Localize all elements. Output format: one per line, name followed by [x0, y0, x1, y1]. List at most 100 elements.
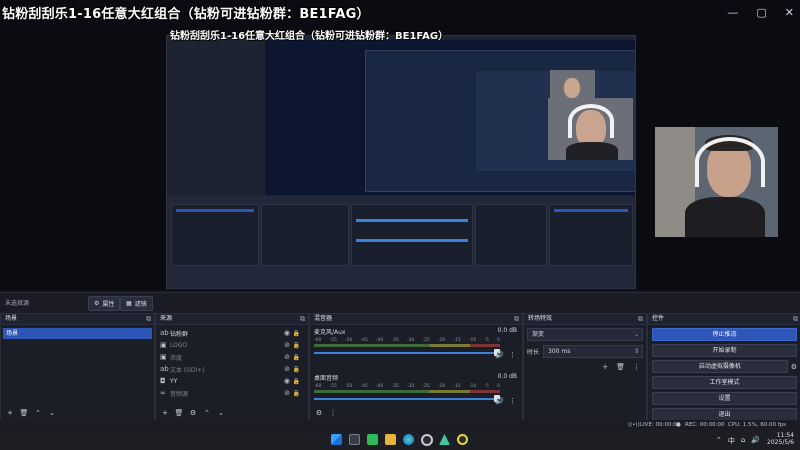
eye-icon[interactable]: ◉ — [284, 329, 290, 337]
filters-button[interactable]: ▦ 滤镜 — [120, 296, 153, 311]
source-item[interactable]: ◘ YY ◉ 🔒 — [156, 375, 308, 387]
status-bar: ((•)) LIVE: 00:00:00 ● REC: 00:00:00 CPU… — [0, 420, 800, 430]
maximize-icon[interactable]: ▢ — [756, 6, 766, 19]
undock-icon[interactable]: ⧉ — [300, 314, 305, 324]
meter-tick-label: -5 — [484, 338, 489, 343]
lock-icon[interactable]: 🔒 — [293, 330, 300, 337]
trash-icon[interactable]: 🗑 — [616, 363, 625, 371]
trash-icon[interactable]: 🗑 — [19, 409, 29, 417]
undock-icon[interactable]: ⧉ — [146, 314, 151, 324]
chevron-up-icon[interactable]: ⌃ — [716, 436, 722, 446]
more-icon[interactable]: ⋮ — [509, 397, 516, 405]
properties-button[interactable]: ⚙ 属性 — [88, 296, 121, 311]
volume-slider[interactable] — [314, 349, 500, 356]
meter-tick-label: -50 — [344, 384, 353, 389]
gear-icon[interactable]: ⚙ — [791, 363, 797, 371]
duration-label: 时长 — [527, 349, 540, 356]
meter-tick-label: 0 — [496, 338, 500, 343]
preview-canvas[interactable]: 钻粉刮刮乐1-16任意大红组合（钻粉可进钻粉群：BE1FAG） 钻粉刮刮乐1-1… — [0, 0, 800, 290]
folder-icon[interactable] — [385, 434, 396, 445]
meter-tick-label: 0 — [496, 384, 500, 389]
app-yellow-icon[interactable] — [457, 434, 468, 445]
add-icon[interactable]: + — [602, 363, 608, 371]
meter-tick-label: -45 — [360, 384, 368, 389]
nested-webcam — [548, 98, 633, 160]
eye-icon[interactable]: ◉ — [284, 377, 290, 385]
lock-icon[interactable]: 🔒 — [293, 342, 300, 349]
duration-input[interactable]: 300 ms ⇕ — [543, 345, 643, 358]
move-up-icon[interactable]: ⌃ — [202, 409, 212, 417]
trash-icon[interactable]: 🗑 — [174, 409, 184, 417]
nested-obs-capture — [166, 35, 636, 289]
lock-icon[interactable]: 🔒 — [293, 378, 300, 385]
start-recording-button[interactable]: 开始录制 — [652, 344, 797, 357]
eye-hidden-icon[interactable]: ⊘ — [284, 341, 290, 349]
more-icon[interactable]: ⋮ — [633, 363, 640, 371]
eye-hidden-icon[interactable]: ⊘ — [284, 389, 290, 397]
undock-icon[interactable]: ⧉ — [514, 314, 519, 324]
minimize-icon[interactable]: — — [727, 6, 738, 19]
ime-indicator[interactable]: 中 — [728, 436, 735, 446]
meter-ticks: -60 -55 -50 -45 -40 -35 -30 -25 -20 -15 -10 -5 0 — [314, 384, 500, 389]
virtual-camera-button[interactable]: 启动虚拟摄像机 — [652, 360, 788, 373]
meter-tick-label: -30 — [406, 338, 415, 343]
task-view-icon[interactable] — [349, 434, 360, 445]
meter-tick-label: -40 — [375, 338, 384, 343]
stepper-icon[interactable]: ⇕ — [634, 346, 639, 357]
clock[interactable]: 11:54 2025/5/6 — [767, 432, 794, 446]
lock-icon[interactable]: 🔒 — [293, 390, 300, 397]
eye-hidden-icon[interactable]: ⊘ — [284, 353, 290, 361]
source-item[interactable]: ab 文本 (GDI+) ⊘ 🔒 — [156, 363, 308, 375]
gear-icon[interactable]: ⚙ — [314, 409, 324, 417]
sources-header: 来源 ⧉ — [156, 314, 308, 325]
studio-mode-button[interactable]: 工作室模式 — [652, 376, 797, 389]
mixer-footer: ⚙ ⋮ — [310, 406, 522, 420]
channel-db: 0.0 dB — [497, 327, 517, 334]
scene-item[interactable]: 场景 — [3, 328, 152, 339]
add-icon[interactable]: + — [160, 409, 170, 417]
lock-icon[interactable]: 🔒 — [293, 366, 300, 373]
move-down-icon[interactable]: ⌄ — [47, 409, 57, 417]
speaker-icon[interactable]: 🔊 — [495, 351, 504, 359]
move-up-icon[interactable]: ⌃ — [33, 409, 43, 417]
source-item[interactable]: ▣ LOGO ⊘ 🔒 — [156, 339, 308, 351]
meter-ticks: -60 -55 -50 -45 -40 -35 -30 -25 -20 -15 -10 -5 0 — [314, 338, 500, 343]
edge-icon[interactable] — [403, 434, 414, 445]
meter-tick-label: -20 — [437, 338, 446, 343]
sources-footer: + 🗑 ⚙ ⌃ ⌄ — [156, 406, 308, 420]
add-icon[interactable]: + — [5, 409, 15, 417]
volume-icon[interactable]: 🔊 — [751, 436, 760, 446]
volume-meter — [314, 390, 500, 393]
volume-slider[interactable] — [314, 395, 500, 402]
more-icon[interactable]: ⋮ — [328, 409, 338, 417]
gear-icon: ⚙ — [94, 300, 100, 307]
lock-icon[interactable]: 🔒 — [293, 354, 300, 361]
speaker-icon[interactable]: 🔊 — [495, 397, 504, 405]
source-item[interactable]: ▣ 浓度 ⊘ 🔒 — [156, 351, 308, 363]
close-icon[interactable]: ✕ — [785, 6, 794, 19]
eye-hidden-icon[interactable]: ⊘ — [284, 365, 290, 373]
network-icon[interactable]: ⌂ — [741, 436, 745, 446]
source-item[interactable]: ∞ 音频源 ⊘ 🔒 — [156, 387, 308, 399]
undock-icon[interactable]: ⧉ — [638, 314, 643, 324]
gear-icon[interactable]: ⚙ — [188, 409, 198, 417]
obs-icon[interactable] — [421, 434, 433, 446]
app-green-icon[interactable] — [367, 434, 378, 445]
text-icon: ab — [160, 329, 169, 337]
transitions-header: 转场特效 ⧉ — [524, 314, 646, 325]
move-down-icon[interactable]: ⌄ — [216, 409, 226, 417]
app-teal-icon[interactable] — [439, 434, 450, 445]
more-icon[interactable]: ⋮ — [509, 351, 516, 359]
clock-date: 2025/5/6 — [767, 439, 794, 446]
settings-button[interactable]: 设置 — [652, 392, 797, 405]
undock-icon[interactable]: ⧉ — [793, 314, 798, 324]
nested-ui — [167, 196, 635, 288]
source-name: 文本 (GDI+) — [170, 366, 205, 374]
stop-streaming-button[interactable]: 停止推流 — [652, 328, 797, 341]
no-source-label: 未选择源 — [5, 300, 30, 307]
meter-tick-label: -45 — [360, 338, 368, 343]
live-time: LIVE: 00:00:00 — [640, 422, 681, 428]
source-item[interactable]: ab 钻粉群 ◉ 🔒 — [156, 327, 308, 339]
windows-icon[interactable] — [331, 434, 342, 445]
transition-select[interactable]: 渐变 ⌄ — [527, 328, 643, 341]
